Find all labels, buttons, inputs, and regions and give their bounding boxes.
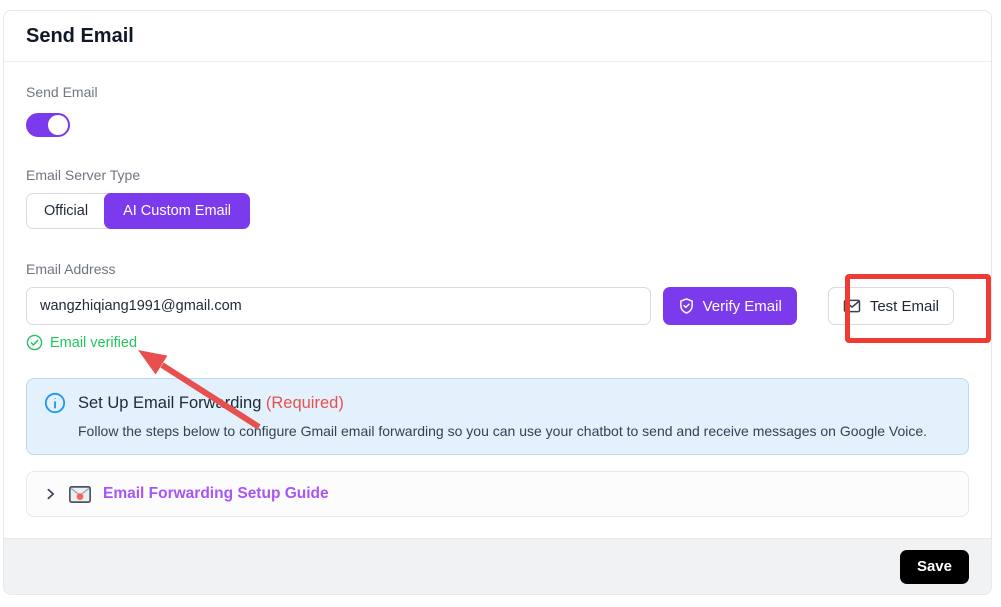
envelope-icon	[843, 298, 861, 314]
verify-email-button[interactable]: Verify Email	[663, 287, 797, 325]
card-footer: Save	[4, 538, 991, 594]
card-body: Send Email Email Server Type Official AI…	[4, 62, 991, 538]
accordion-label: Email Forwarding Setup Guide	[103, 485, 329, 503]
send-email-card: Send Email Send Email Email Server Type …	[3, 10, 992, 595]
info-box-required-tag: (Required)	[266, 394, 344, 412]
email-forwarding-setup-guide-accordion[interactable]: Email Forwarding Setup Guide	[26, 471, 969, 517]
page-title: Send Email	[26, 25, 969, 48]
server-option-ai-custom-email[interactable]: AI Custom Email	[104, 193, 250, 229]
test-email-button[interactable]: Test Email	[828, 287, 954, 325]
page: Send Email Send Email Email Server Type …	[0, 0, 1001, 607]
email-verified-text: Email verified	[50, 335, 137, 351]
send-email-toggle[interactable]	[26, 113, 70, 137]
envelope-emoji-icon	[69, 486, 91, 503]
send-email-label: Send Email	[26, 84, 969, 100]
chevron-right-icon	[44, 487, 57, 501]
info-box-description: Follow the steps below to configure Gmai…	[78, 423, 951, 439]
info-circle-icon	[44, 392, 66, 414]
server-option-official[interactable]: Official	[27, 194, 105, 228]
verify-email-label: Verify Email	[703, 298, 782, 315]
email-address-input[interactable]	[26, 287, 651, 325]
email-row: Verify Email Test Email	[26, 287, 969, 325]
info-title-row: Set Up Email Forwarding (Required)	[44, 392, 951, 414]
email-server-type-label: Email Server Type	[26, 167, 969, 183]
shield-check-icon	[678, 297, 695, 315]
email-address-label: Email Address	[26, 261, 969, 277]
card-header: Send Email	[4, 11, 991, 62]
save-button[interactable]: Save	[900, 550, 969, 584]
email-forwarding-info-box: Set Up Email Forwarding (Required) Follo…	[26, 378, 969, 455]
email-server-type-segmented: Official AI Custom Email	[26, 193, 250, 229]
info-box-title: Set Up Email Forwarding	[78, 394, 261, 412]
toggle-knob	[48, 115, 68, 135]
email-verified-status: Email verified	[26, 334, 969, 351]
test-email-label: Test Email	[870, 298, 939, 315]
check-circle-icon	[26, 334, 43, 351]
